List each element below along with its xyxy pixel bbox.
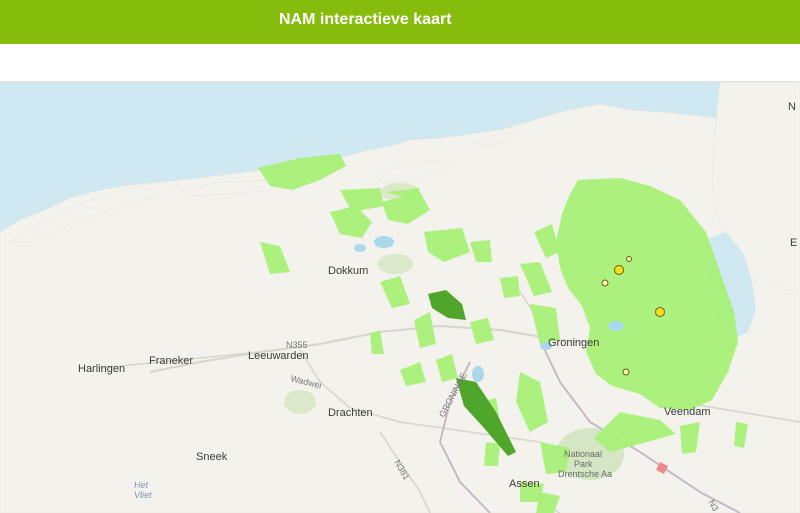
label-groningen: Groningen [548,337,599,349]
app-header: NAM interactieve kaart [0,0,800,44]
label-sneek: Sneek [196,451,228,463]
label-park-line1: Nationaal [564,449,602,459]
park-area [377,254,413,274]
park-area [284,390,316,414]
label-vliet: Vliet [134,490,152,500]
label-leeuwarden: Leeuwarden [248,350,309,362]
label-harlingen: Harlingen [78,363,125,375]
label-franeker: Franeker [149,355,193,367]
label-veendam: Veendam [664,406,710,418]
map-view[interactable]: Dokkum Harlingen Franeker Leeuwarden Dra… [0,82,800,513]
map-canvas[interactable]: Dokkum Harlingen Franeker Leeuwarden Dra… [0,82,800,513]
earthquake-marker [622,368,630,376]
page-title: NAM interactieve kaart [279,11,452,28]
label-dokkum: Dokkum [328,265,368,277]
label-road-n355: N355 [286,340,308,350]
label-park-line2: Park [574,459,593,469]
toolbar-bar [0,44,800,82]
label-edge-n: N [788,101,796,113]
label-drachten: Drachten [328,407,373,419]
label-het: Het [134,480,149,490]
earthquake-marker [655,307,665,317]
earthquake-marker [601,279,609,287]
earthquake-marker [626,256,632,262]
label-park-line3: Drentsche Aa [558,469,612,479]
label-assen: Assen [509,478,540,490]
label-edge-e: E [790,237,797,249]
earthquake-marker [614,265,624,275]
